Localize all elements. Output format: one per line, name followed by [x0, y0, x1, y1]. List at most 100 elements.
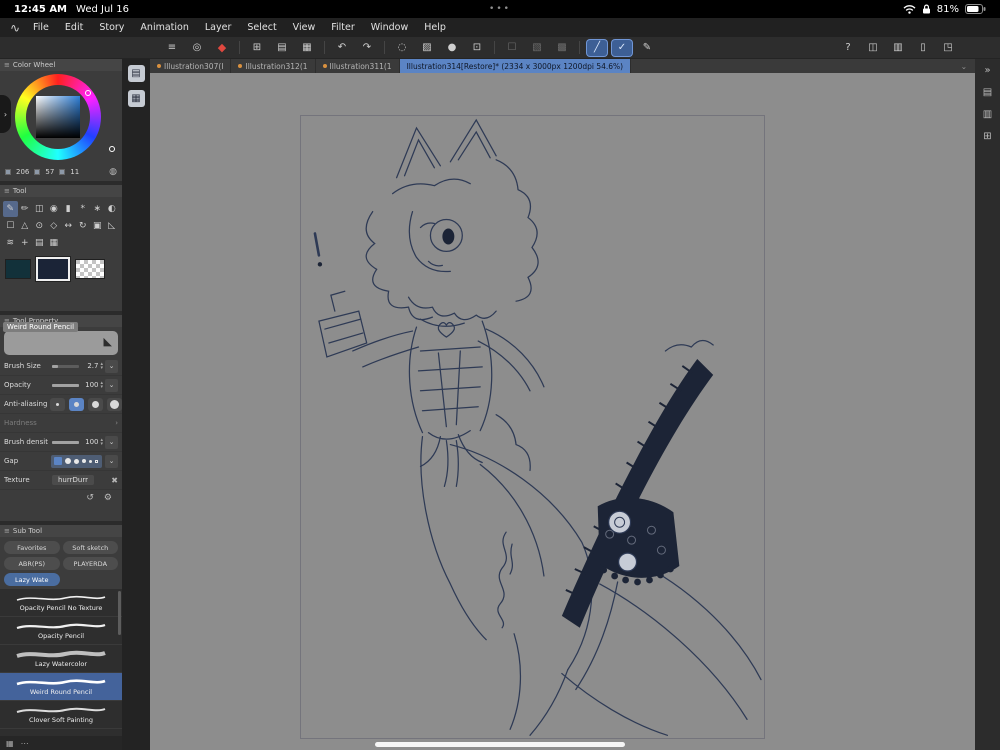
texture-delete-icon[interactable]: ✖: [111, 476, 118, 485]
brush-size-expand-button[interactable]: ⌄: [105, 359, 118, 373]
artwork-sketch[interactable]: [301, 116, 764, 738]
tab-illustration312[interactable]: Illustration312(1: [231, 59, 316, 73]
new-canvas-icon[interactable]: ⊞: [247, 40, 267, 56]
brush-item[interactable]: Lazy Watercolor: [0, 645, 122, 673]
undo-icon[interactable]: ↶: [332, 40, 352, 56]
menu-help[interactable]: Help: [416, 20, 454, 35]
opacity-expand-button[interactable]: ⌄: [105, 378, 118, 392]
panel-left-icon[interactable]: ◫: [863, 40, 883, 56]
aa-none-button[interactable]: [50, 397, 65, 411]
detail-grid-icon[interactable]: ▦: [6, 739, 14, 748]
select-wand-icon[interactable]: ▧: [527, 40, 547, 56]
aa-strong-button[interactable]: [107, 397, 122, 411]
brush-item[interactable]: Clover Soft Painting: [0, 701, 122, 729]
menu-window[interactable]: Window: [363, 20, 416, 35]
brush-size-stepper[interactable]: ▴ ▾: [100, 362, 103, 371]
opacity-slider[interactable]: [52, 383, 80, 387]
selection-tool-icon[interactable]: ☐: [3, 218, 18, 234]
home-indicator[interactable]: [375, 742, 625, 747]
main-menu-icon[interactable]: ≡: [162, 40, 182, 56]
tab-overflow-chevron-icon[interactable]: ⌄: [953, 59, 975, 73]
menu-filter[interactable]: Filter: [323, 20, 363, 35]
aa-weak-button[interactable]: [69, 397, 84, 411]
wheel-mode-toggle-icon[interactable]: ◍: [109, 167, 117, 177]
brush-density-stepper[interactable]: ▴ ▾: [100, 438, 103, 447]
panel-right-icon[interactable]: ▥: [888, 40, 908, 56]
clip-studio-icon[interactable]: ◆: [212, 40, 232, 56]
save-icon[interactable]: ▦: [297, 40, 317, 56]
brush-tool-icon[interactable]: ▮: [61, 201, 76, 217]
detail-dots-icon[interactable]: ⋯: [21, 739, 29, 748]
zoom-tool-icon[interactable]: ⊙: [32, 218, 47, 234]
color-wheel-header[interactable]: ≡ Color Wheel: [0, 59, 122, 71]
menu-layer[interactable]: Layer: [197, 20, 240, 35]
menu-animation[interactable]: Animation: [132, 20, 196, 35]
sub-tool-header[interactable]: ≡ Sub Tool: [0, 525, 122, 537]
menu-story[interactable]: Story: [91, 20, 132, 35]
blend-tool-icon[interactable]: ◐: [105, 201, 120, 217]
menu-edit[interactable]: Edit: [57, 20, 91, 35]
material-palette-icon[interactable]: ▦: [127, 90, 145, 107]
quick-access-palette-icon[interactable]: ▤: [127, 65, 145, 82]
canvas-background[interactable]: [150, 73, 975, 750]
auto-select-tool-icon[interactable]: △: [18, 218, 33, 234]
refresh-icon[interactable]: ◌: [392, 40, 412, 56]
group-favorites[interactable]: Favorites: [4, 541, 60, 554]
panel-menu-icon[interactable]: ≡: [4, 61, 10, 69]
gap-pattern-control[interactable]: [51, 454, 102, 468]
group-soft-sketch[interactable]: Soft sketch: [62, 541, 118, 554]
check-tool-icon[interactable]: ✓: [612, 39, 632, 56]
deselect-icon[interactable]: ▩: [552, 40, 572, 56]
brush-density-expand-button[interactable]: ⌄: [105, 435, 118, 449]
redo-icon[interactable]: ↷: [357, 40, 377, 56]
quick-access-icon[interactable]: ◎: [187, 40, 207, 56]
aa-medium-button[interactable]: [88, 397, 103, 411]
brush-preview[interactable]: Weird Round Pencil ◣: [3, 322, 118, 355]
gap-expand-button[interactable]: ⌄: [105, 454, 118, 468]
main-color-swatch[interactable]: [5, 259, 31, 279]
texture-value-button[interactable]: hurrDurr: [52, 475, 94, 485]
panel-menu-icon[interactable]: ≡: [4, 187, 10, 195]
clip-studio-logo-icon[interactable]: ∿: [7, 21, 23, 35]
crop-frame-icon[interactable]: ⊡: [467, 40, 487, 56]
hardness-chevron-icon[interactable]: ›: [115, 419, 118, 427]
line-tool-icon[interactable]: ╱: [587, 39, 607, 56]
brush-item-selected[interactable]: Weird Round Pencil: [0, 673, 122, 701]
brush-density-slider[interactable]: [52, 440, 80, 444]
canvas-page[interactable]: [300, 115, 765, 739]
menu-view[interactable]: View: [285, 20, 324, 35]
help-icon[interactable]: ?: [838, 40, 858, 56]
brush-item[interactable]: Opacity Pencil No Texture: [0, 589, 122, 617]
decoration-tool-icon[interactable]: ∗: [90, 201, 105, 217]
advanced-settings-icon[interactable]: ⚙: [104, 493, 112, 503]
multitask-dots[interactable]: •••: [0, 4, 1000, 14]
brush-list-scrollbar[interactable]: [118, 591, 121, 635]
operation-tool-icon[interactable]: ▣: [90, 218, 105, 234]
panel-collapse-handle[interactable]: ›: [0, 95, 11, 133]
reset-settings-icon[interactable]: ↺: [86, 493, 94, 503]
dock-collapse-icon[interactable]: »: [984, 65, 990, 76]
balloon-tool-icon[interactable]: ▤: [32, 235, 47, 251]
group-playerda[interactable]: PLAYERDA: [62, 557, 118, 570]
select-rect-icon[interactable]: ☐: [502, 40, 522, 56]
group-lazy-watercolor[interactable]: Lazy Wate: [4, 573, 60, 586]
layer-drawer-icon[interactable]: ▥: [983, 109, 992, 120]
open-file-icon[interactable]: ▤: [272, 40, 292, 56]
panel-menu-icon[interactable]: ≡: [4, 527, 10, 535]
saturation-value-square[interactable]: [36, 96, 80, 138]
navigator-drawer-icon[interactable]: ⊞: [983, 131, 991, 142]
move-tool-icon[interactable]: ↔: [61, 218, 76, 234]
material-drawer-icon[interactable]: ▤: [983, 87, 992, 98]
menu-select[interactable]: Select: [239, 20, 284, 35]
brush-size-slider[interactable]: [52, 364, 80, 368]
eraser-tool-icon[interactable]: ◫: [32, 201, 47, 217]
tablet-icon[interactable]: ▯: [913, 40, 933, 56]
hue-cursor[interactable]: [109, 146, 115, 152]
gradient-tool-icon[interactable]: ◇: [47, 218, 62, 234]
stroke-tool-icon[interactable]: ≋: [3, 235, 18, 251]
sub-color-swatch[interactable]: [35, 256, 71, 282]
frame-tool-icon[interactable]: ▦: [47, 235, 62, 251]
rotate-tool-icon[interactable]: ↻: [76, 218, 91, 234]
eyedropper-tool-icon[interactable]: ◉: [47, 201, 62, 217]
pen-tool-icon[interactable]: ✎: [3, 201, 18, 217]
